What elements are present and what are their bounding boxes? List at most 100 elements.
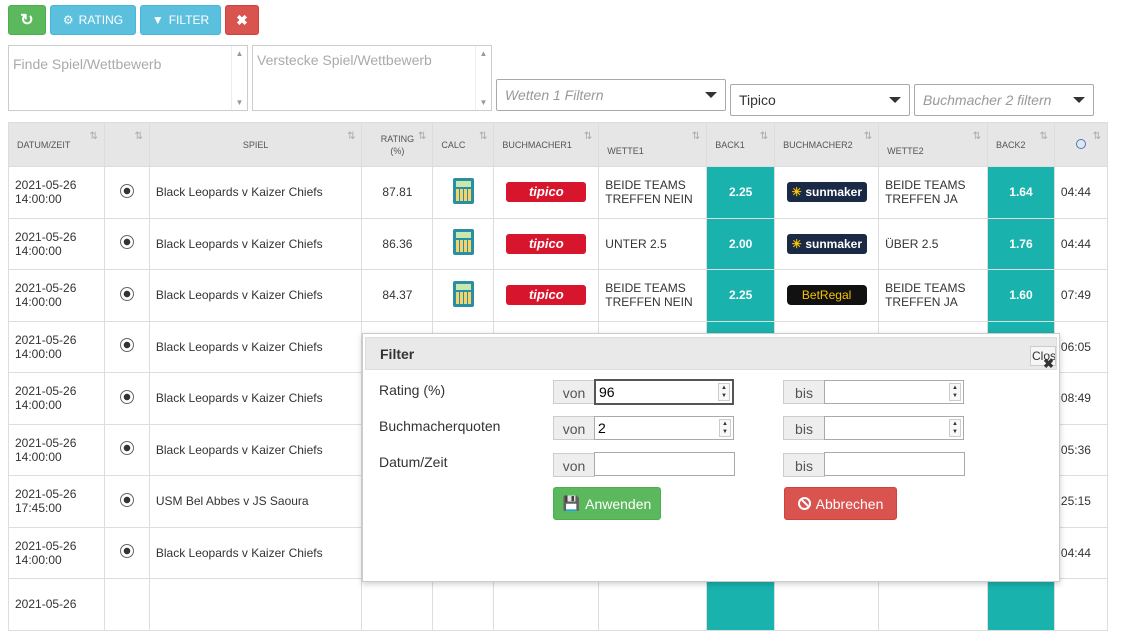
time-text: 14:00:00 [15,449,62,464]
col-label: CALC [441,139,466,150]
filter-icon: ▼ [151,13,164,27]
game-cell[interactable]: USM Bel Abbes v JS Saoura [148,475,363,528]
game-cell[interactable]: Black Leopards v Kaizer Chiefs [148,217,363,270]
col-back2[interactable]: BACK2 ⇅ [986,122,1055,167]
back2-value: 1.60 [1009,288,1033,303]
back1-cell[interactable]: 2.00 [706,217,776,270]
sort-icon: ⇅ [347,131,356,142]
clock-value: 25:15 [1060,494,1091,509]
soccer-ball-icon [119,235,134,250]
game-cell[interactable]: Black Leopards v Kaizer Chiefs [148,526,363,579]
game-name: Black Leopards v Kaizer Chiefs [155,339,323,354]
clock-cell: 06:05 [1053,320,1109,373]
col-label: WETTE1 [607,145,644,156]
col-back1[interactable]: BACK1 ⇅ [706,122,776,167]
game-cell[interactable]: Black Leopards v Kaizer Chiefs [148,269,363,322]
cancel-label: Abbrechen [815,495,884,512]
wetten-filter-select[interactable]: Wetten 1 Filtern [496,79,726,111]
sport-cell [103,475,150,528]
col-buchmacher1[interactable]: BUCHMACHER1 ⇅ [493,122,600,167]
col-calc[interactable]: CALC ⇅ [432,122,495,167]
game-cell[interactable]: Black Leopards v Kaizer Chiefs [148,423,363,476]
date-from-input[interactable] [594,452,735,476]
bookmaker2-filter-select[interactable]: Buchmacher 2 filtern [914,84,1094,116]
rating-to-input[interactable]: ▲ ▼ [824,380,964,404]
clock-cell: 04:44 [1053,217,1109,270]
scroll-up-icon: ▲ [479,49,488,58]
datum-cell: 2021-05-26 14:00:00 [8,526,105,579]
rating-from-addon: von [553,380,595,404]
cancel-button[interactable]: Abbrechen [784,487,897,520]
odds-from-input[interactable]: 2 ▲ ▼ [594,416,734,440]
col-label: WETTE2 [887,145,924,156]
clear-button[interactable]: ✖ [225,5,259,35]
col-label: BUCHMACHER1 [502,139,572,150]
col-sport[interactable]: ⇅ [103,122,150,167]
calc-cell[interactable] [432,166,495,219]
bookmaker1-filter-select[interactable]: Tipico [730,84,910,116]
date-text: 2021-05-26 [15,487,77,502]
find-scrollbar[interactable]: ▲ ▼ [231,46,247,110]
col-spiel[interactable]: SPIEL ⇅ [148,122,363,167]
time-text: 14:00:00 [15,295,62,310]
back2-cell[interactable]: 1.60 [986,269,1055,322]
col-wette2[interactable]: WETTE2 ⇅ [878,122,988,167]
rating-to-spinner[interactable]: ▲ ▼ [949,383,961,401]
calc-cell[interactable] [432,269,495,322]
back2-cell[interactable]: 1.64 [986,166,1055,219]
col-buchmacher2[interactable]: BUCHMACHER2 ⇅ [774,122,880,167]
datum-cell: 2021-05-26 14:00:00 [8,166,105,219]
wette2-cell: BEIDE TEAMS TREFFEN JA [878,166,988,219]
chevron-down-icon [889,97,901,103]
wette1-cell [598,578,708,631]
table-row[interactable]: 2021-05-26 14:00:00 Black Leopards v Kaize… [8,166,1109,219]
calculator-icon[interactable] [452,229,474,256]
col-wette1[interactable]: WETTE1 ⇅ [598,122,708,167]
rating-button[interactable]: ⚙ RATING [50,5,136,35]
table-row[interactable]: 2021-05-26 14:00:00 Black Leopards v Kaize… [8,217,1109,270]
toolbar: ↻ ⚙ RATING ▼ FILTER ✖ [8,5,259,35]
refresh-button[interactable]: ↻ [8,5,46,35]
col-label: RATING (%) [380,133,415,156]
back1-cell[interactable]: 2.25 [706,166,776,219]
col-clock[interactable]: ⇅ [1053,122,1109,167]
odds-to-spinner[interactable]: ▲ ▼ [949,419,961,437]
calc-cell[interactable] [432,217,495,270]
bookmaker1-cell [493,578,600,631]
filter-button[interactable]: ▼ FILTER [140,5,221,35]
game-cell[interactable] [148,578,363,631]
date-to-addon: bis [783,453,825,477]
game-cell[interactable]: Black Leopards v Kaizer Chiefs [148,372,363,425]
tipico-logo: tipico [506,285,587,306]
game-cell[interactable]: Black Leopards v Kaizer Chiefs [148,166,363,219]
hide-scrollbar[interactable]: ▲ ▼ [475,46,491,110]
close-icon[interactable]: ✖ [1043,356,1054,372]
sort-icon: ⇅ [1092,131,1101,142]
odds-to-input[interactable]: ▲ ▼ [824,416,964,440]
apply-button[interactable]: 💾 Anwenden [553,487,661,520]
find-game-input[interactable]: Finde Spiel/Wettbewerb ▲ ▼ [8,45,248,111]
cogs-icon: ⚙ [62,13,74,27]
calculator-icon[interactable] [452,177,474,204]
sun-icon: ☀ [791,236,802,251]
calculator-icon[interactable] [452,280,474,307]
odds-from-spinner[interactable]: ▲ ▼ [719,419,731,437]
game-name: Black Leopards v Kaizer Chiefs [155,288,323,303]
hide-game-input[interactable]: Verstecke Spiel/Wettbewerb ▲ ▼ [252,45,492,111]
apply-label: Anwenden [585,495,652,512]
back2-cell[interactable]: 1.76 [986,217,1055,270]
times-icon: ✖ [236,11,248,28]
table-row[interactable]: 2021-05-26 [8,578,1109,631]
rating-from-spinner[interactable]: ▲ ▼ [718,383,730,401]
rating-from-input[interactable]: 96 ▲ ▼ [594,379,734,405]
game-cell[interactable]: Black Leopards v Kaizer Chiefs [148,320,363,373]
date-text: 2021-05-26 [15,538,77,553]
date-to-input[interactable] [824,452,965,476]
wette2-cell: BEIDE TEAMS TREFFEN JA [878,269,988,322]
back1-cell[interactable]: 2.25 [706,269,776,322]
table-row[interactable]: 2021-05-26 14:00:00 Black Leopards v Kaize… [8,269,1109,322]
col-datum[interactable]: DATUM/ZEIT ⇅ [8,122,105,167]
clock-cell: 04:44 [1053,526,1109,579]
bookmaker1-cell: tipico [493,166,600,219]
col-rating[interactable]: RATING (%) ⇅ [361,122,434,167]
